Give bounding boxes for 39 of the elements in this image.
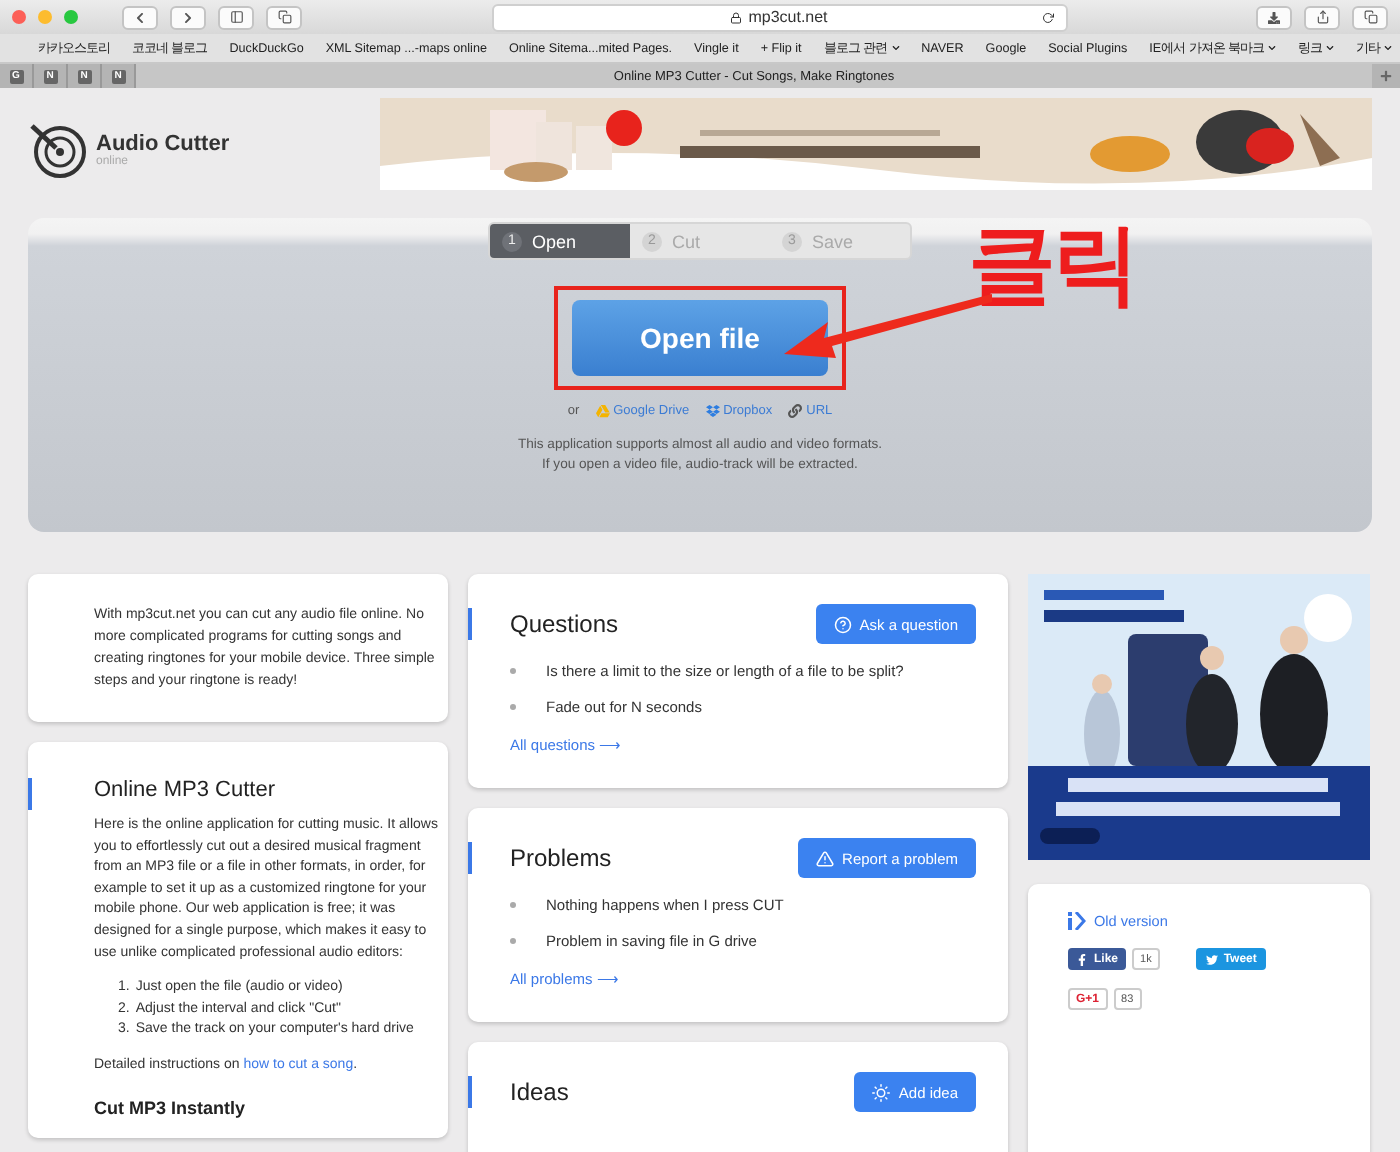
sidebar-icon [229,10,243,24]
forward-icon [182,11,194,23]
reload-icon[interactable] [1041,11,1053,23]
new-tab-icon[interactable] [1380,70,1392,82]
question-icon [833,615,852,633]
sidebar-button[interactable] [218,5,254,29]
extension-button[interactable] [266,5,302,29]
version-icon [1068,912,1086,930]
forward-button[interactable] [170,5,206,29]
warning-icon [816,849,835,867]
chevron-icon [1268,44,1277,52]
drive-icon [595,404,610,418]
section-title: Ideas [510,1078,569,1106]
link-icon [788,404,803,418]
dropbox-icon [705,404,720,418]
annotation-text: 클릭 [968,212,1136,320]
section-title: Problems [510,844,612,872]
share-button[interactable] [1304,5,1340,29]
chevron-icon [891,44,900,52]
tabs-button[interactable] [1352,5,1388,29]
section-subtitle: Cut MP3 Instantly [94,1097,248,1118]
download-button[interactable] [1256,5,1292,29]
record-icon [28,119,88,179]
download-icon [1268,11,1280,23]
copy-icon [277,10,291,24]
facebook-icon [1076,953,1088,965]
lock-icon [730,11,743,23]
chevron-icon [1326,44,1335,52]
logo-title: Audio Cutter [96,131,230,155]
share-icon [1315,10,1329,24]
article-title: Online MP3 Cutter [94,778,277,802]
back-button[interactable] [122,5,158,29]
section-title: Questions [510,610,619,638]
back-icon [134,11,146,23]
close-icon[interactable] [12,10,26,24]
bird-icon [1205,953,1218,965]
chevron-icon [1384,44,1393,52]
tabs-icon [1363,10,1377,24]
address-field[interactable]: mp3cut.net [491,3,1067,31]
